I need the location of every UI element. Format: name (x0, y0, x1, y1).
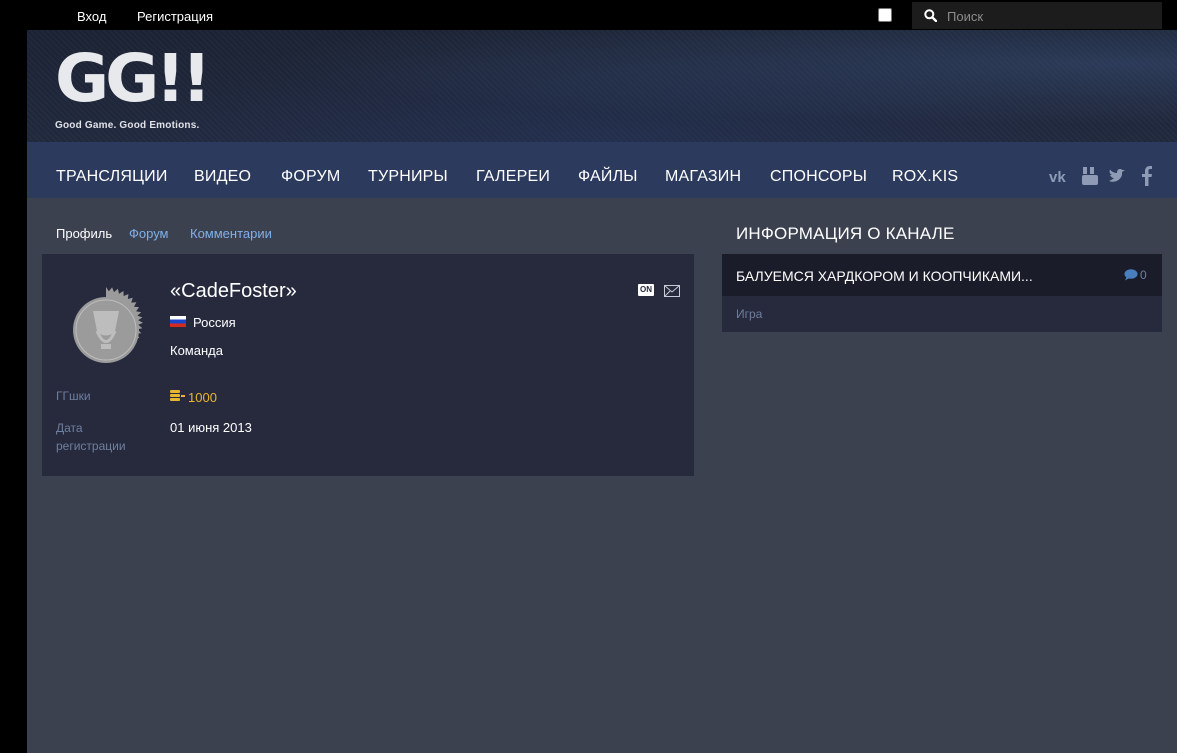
checkbox[interactable] (878, 8, 892, 22)
search-input[interactable] (947, 6, 1147, 26)
nav-item-shop[interactable]: МАГАЗИН (665, 168, 741, 186)
vk-icon[interactable]: vk (1049, 166, 1071, 191)
game-label: Игра (736, 307, 763, 321)
comment-icon (1124, 268, 1138, 286)
coins-icon (170, 389, 185, 408)
tab-forum[interactable]: Форум (129, 226, 169, 241)
main-nav: ТРАНСЛЯЦИИ ВИДЕО ФОРУМ ТУРНИРЫ ГАЛЕРЕИ Ф… (27, 142, 1177, 198)
stream-title[interactable]: БАЛУЕМСЯ ХАРДКОРОМ И КООПЧИКАМИ... (736, 268, 1033, 284)
nav-item-streams[interactable]: ТРАНСЛЯЦИИ (56, 168, 168, 186)
site-logo[interactable]: GG!! Good Game. Good Emotions. (55, 40, 212, 132)
facebook-icon[interactable] (1141, 166, 1153, 191)
online-status-icon: ON (638, 284, 654, 296)
profile-team: Команда (170, 343, 223, 358)
logo-mark: GG!! (55, 40, 212, 117)
page: Вход Регистрация GG!! Good Game. Good Em… (27, 0, 1177, 753)
award-badge-icon (63, 287, 149, 378)
nav-item-files[interactable]: ФАЙЛЫ (578, 168, 638, 186)
gg-label: ГГшки (56, 389, 91, 403)
comment-count: 0 (1140, 268, 1147, 282)
nav-item-forum[interactable]: ФОРУМ (281, 168, 340, 186)
russia-flag-icon (170, 316, 186, 327)
channel-game-row: Игра (722, 296, 1162, 332)
profile-card: «CadeFoster» ON Россия Команда ГГшки 100… (42, 254, 694, 476)
svg-text:vk: vk (1049, 169, 1066, 186)
registration-date: 01 июня 2013 (170, 420, 252, 435)
profile-country: Россия (193, 315, 236, 330)
tab-profile[interactable]: Профиль (56, 226, 112, 241)
youtube-icon[interactable] (1082, 166, 1098, 191)
login-link[interactable]: Вход (77, 9, 106, 24)
profile-username: «CadeFoster» (170, 280, 297, 302)
site-header: GG!! Good Game. Good Emotions. (27, 30, 1177, 142)
channel-info-title: ИНФОРМАЦИЯ О КАНАЛЕ (736, 224, 955, 243)
search-box (912, 2, 1162, 29)
registration-date-label: Дата регистрации (56, 421, 126, 453)
channel-stream-row[interactable]: БАЛУЕМСЯ ХАРДКОРОМ И КООПЧИКАМИ... 0 (722, 254, 1162, 296)
gg-value: 1000 (188, 390, 217, 405)
twitter-icon[interactable] (1108, 166, 1128, 191)
nav-item-video[interactable]: ВИДЕО (194, 168, 251, 186)
register-link[interactable]: Регистрация (137, 9, 213, 24)
logo-tagline: Good Game. Good Emotions. (55, 120, 200, 131)
mail-icon[interactable] (664, 284, 680, 302)
nav-item-sponsors[interactable]: СПОНСОРЫ (770, 168, 867, 186)
tab-comments[interactable]: Комментарии (190, 226, 272, 241)
search-icon[interactable] (924, 9, 938, 25)
top-bar: Вход Регистрация (27, 0, 1177, 30)
nav-item-roxkis[interactable]: ROX.KIS (892, 168, 958, 186)
nav-item-tournaments[interactable]: ТУРНИРЫ (368, 168, 448, 186)
nav-item-galleries[interactable]: ГАЛЕРЕИ (476, 168, 550, 186)
